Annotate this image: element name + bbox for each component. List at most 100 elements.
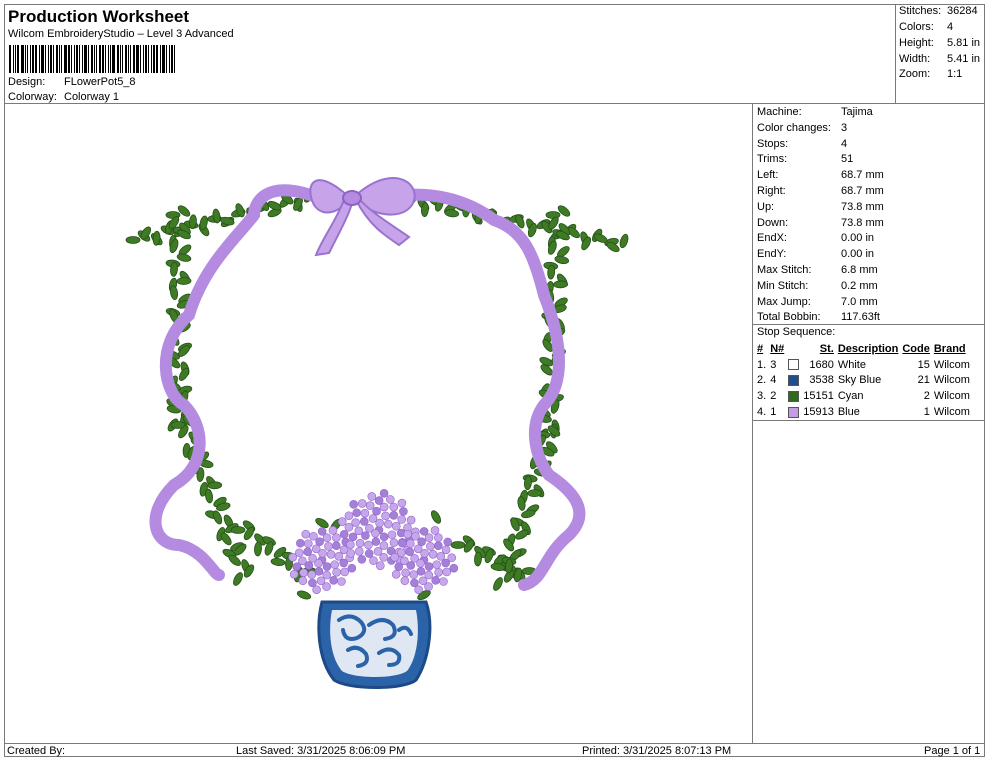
- hydrangea-floret: [413, 544, 423, 554]
- height-label: Height:: [899, 37, 934, 49]
- thread-brand: Wilcom: [933, 358, 970, 371]
- hydrangea-floret: [424, 582, 433, 591]
- hydrangea-floret: [348, 532, 358, 542]
- barcode-bar: [45, 45, 46, 73]
- leaf: [450, 541, 466, 549]
- hydrangea-floret: [426, 542, 435, 551]
- barcode-bar: [174, 45, 175, 73]
- col-needle: N#: [770, 342, 785, 355]
- hydrangea-floret: [308, 554, 317, 563]
- hydrangea-floret: [397, 515, 407, 524]
- hydrangea-floret: [389, 511, 399, 520]
- spec-row: Stops: 4: [757, 138, 847, 150]
- spec-row: Down: 73.8 mm: [757, 217, 884, 229]
- barcode-bar: [13, 45, 14, 73]
- hydrangea-floret: [332, 541, 341, 551]
- colors-value: 4: [947, 21, 954, 33]
- hydrangea-floret: [337, 577, 346, 586]
- barcode-bar: [160, 45, 161, 73]
- spec-label: Stops:: [757, 137, 789, 150]
- hydrangea-floret: [419, 527, 429, 536]
- spec-value: 51: [841, 153, 854, 166]
- design-preview: [4, 105, 752, 743]
- stitch-count: 3538: [809, 374, 834, 387]
- page-title: Production Worksheet: [8, 7, 190, 26]
- hydrangea-floret: [292, 562, 302, 571]
- col-description: Description: [837, 342, 899, 355]
- hydrangea-floret: [298, 576, 308, 586]
- barcode-bar: [102, 45, 104, 73]
- hydrangea-floret: [289, 569, 299, 579]
- hydrangea-floret: [311, 544, 321, 554]
- barcode-bar: [64, 45, 67, 73]
- barcode-bar: [82, 45, 83, 73]
- barcode-bar: [133, 45, 135, 73]
- leaf: [169, 285, 179, 301]
- spec-value: 117.63ft: [841, 311, 880, 324]
- spec-value: 0.00 in: [841, 248, 875, 261]
- thread-description: Blue: [837, 406, 860, 419]
- hydrangea-floret: [317, 527, 327, 536]
- created-by: Created By:: [7, 745, 66, 757]
- hydrangea-floret: [387, 530, 397, 540]
- hydrangea-floret: [386, 495, 395, 504]
- colorway-row: Colorway: Colorway 1: [8, 91, 119, 103]
- spec-value: 7.0 mm: [841, 295, 878, 308]
- leaf: [230, 526, 246, 534]
- hydrangea-floret: [400, 576, 410, 586]
- thread-brand: Wilcom: [933, 374, 970, 387]
- thread-code: 15: [917, 358, 930, 371]
- barcode-bar: [56, 45, 58, 73]
- stitch-count: 15913: [803, 406, 834, 419]
- barcode-bar: [171, 45, 173, 73]
- leaf: [474, 551, 482, 567]
- worksheet-footer: Created By: Last Saved: 3/31/2025 8:06:0…: [4, 743, 985, 758]
- hydrangea-floret: [354, 526, 364, 536]
- barcode-bar: [59, 45, 60, 73]
- hydrangea-floret: [410, 554, 419, 563]
- needle-number: 3: [770, 358, 777, 371]
- hydrangea-floret: [389, 502, 399, 512]
- hydrangea-floret: [403, 529, 413, 539]
- barcode-bar: [156, 45, 158, 73]
- col-stitches: St.: [819, 342, 834, 355]
- barcode-bar: [50, 45, 52, 73]
- hydrangea-floret: [414, 585, 423, 594]
- stitch-count: 1680: [809, 358, 834, 371]
- barcode-bar: [41, 45, 44, 73]
- stop-row: 2. 4 3538 Sky Blue 21 Wilcom: [755, 373, 972, 389]
- design-value: FLowerPot5_8: [64, 76, 136, 88]
- barcode-bar: [166, 45, 167, 73]
- hydrangea-floret: [372, 506, 381, 516]
- stop-index: 3.: [757, 390, 767, 403]
- thread-brand: Wilcom: [933, 390, 970, 403]
- hydrangea-floret: [373, 547, 383, 556]
- spec-value: 4: [841, 137, 848, 150]
- spec-row: Up: 73.8 mm: [757, 201, 884, 213]
- barcode-bar: [39, 45, 40, 73]
- hydrangea-floret: [399, 507, 408, 516]
- leaf: [430, 510, 442, 524]
- hydrangea-floret: [367, 492, 377, 501]
- hydrangea-floret: [307, 570, 317, 579]
- leaf: [233, 572, 243, 586]
- barcode-bar: [145, 45, 147, 73]
- hydrangea-floret: [347, 563, 357, 573]
- hydrangea-floret: [303, 547, 313, 557]
- hydrangea-floret: [351, 518, 360, 527]
- barcode-bar: [117, 45, 119, 73]
- hydrangea-floret: [401, 568, 410, 578]
- hydrangea-floret: [368, 514, 378, 523]
- hydrangea-floret: [324, 542, 333, 551]
- barcode-bar: [143, 45, 144, 73]
- height-value: 5.81 in: [947, 37, 981, 49]
- barcode-bar: [48, 45, 49, 73]
- barcode-bar: [96, 45, 97, 73]
- leaf: [527, 489, 543, 498]
- hydrangea-floret: [364, 549, 374, 558]
- hydrangea-floret: [334, 552, 344, 561]
- barcode-bar: [79, 45, 80, 73]
- hydrangea-floret: [365, 501, 375, 510]
- barcode-bar: [162, 45, 165, 73]
- hydrangea-floret: [397, 498, 407, 508]
